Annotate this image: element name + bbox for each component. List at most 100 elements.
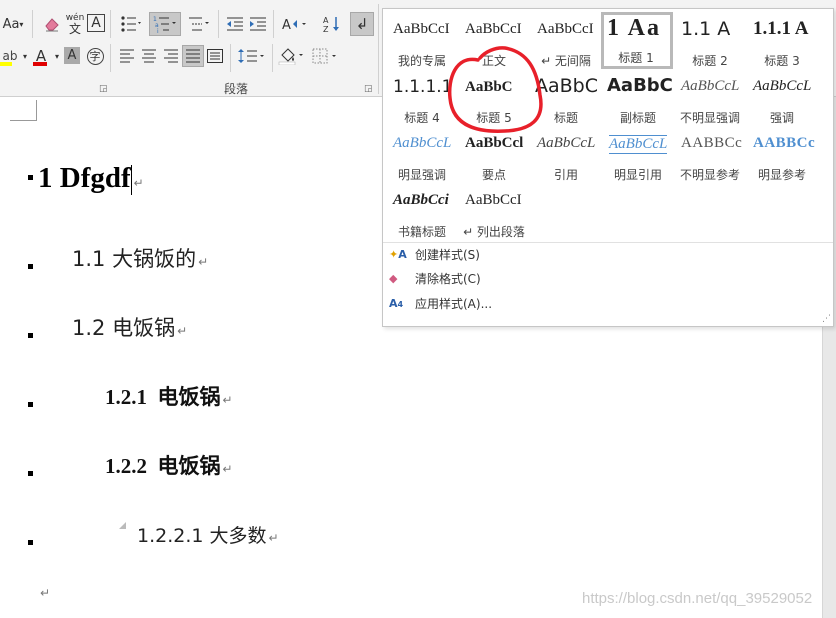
style-tile-intense-emphasis[interactable]: AaBbCcL 明显强调 [387, 129, 457, 184]
clear-formatting-button[interactable] [40, 12, 64, 36]
style-tile-list-paragraph[interactable]: AaBbCcI ↵ 列出段落 [459, 186, 529, 241]
paragraph-group-label: 段落 [224, 82, 249, 96]
style-sample: AaBbC [607, 75, 673, 96]
paragraph-mark: ↵ [133, 176, 144, 190]
borders-button[interactable] [310, 45, 342, 67]
paragraph-mark: ↵ [177, 324, 188, 338]
line-spacing-button[interactable] [236, 45, 268, 67]
highlight-dropdown[interactable]: ▾ [20, 45, 30, 67]
paragraph-dialog-launcher[interactable]: ◲ [364, 84, 373, 94]
svg-text:A: A [323, 16, 329, 25]
heading-marker [28, 471, 33, 476]
font-color-button[interactable]: A [30, 45, 52, 67]
style-sample: AaBbC [465, 79, 513, 95]
heading-3-b[interactable]: 1.2.2 电饭锅 ↵ [105, 450, 233, 480]
decrease-indent-icon [227, 17, 243, 31]
change-case-button[interactable]: Aa ▾ [0, 14, 26, 34]
create-style-icon: ✦A [389, 247, 407, 261]
style-label: 副标题 [619, 111, 656, 125]
sort-button[interactable]: AZ [320, 12, 344, 36]
font-dialog-launcher[interactable]: ◲ [99, 84, 108, 94]
style-label: 正文 [481, 54, 506, 68]
style-tile-heading-2[interactable]: 1.1 A 标题 2 [675, 15, 745, 70]
increase-indent-button[interactable] [247, 12, 269, 36]
decrease-indent-button[interactable] [224, 12, 246, 36]
style-sample: AaBbCcL [537, 135, 596, 151]
ribbon-separator [272, 44, 273, 72]
empty-paragraph-mark: ↵ [40, 586, 51, 600]
align-center-button[interactable] [138, 45, 160, 67]
page-corner-marker [10, 100, 37, 121]
ribbon-separator [230, 44, 231, 72]
style-sample: AaBbCcI [393, 21, 450, 37]
style-tile-emphasis[interactable]: AaBbCcL 强调 [747, 72, 817, 127]
shading-button[interactable] [276, 45, 308, 67]
numbering-button[interactable] [184, 12, 214, 36]
show-marks-button[interactable]: ↲ [350, 12, 374, 36]
paragraph-mark-icon: ↲ [355, 15, 369, 33]
clear-format-menu-item[interactable]: ◆ 清除格式(C) [389, 267, 809, 289]
justify-button[interactable] [182, 45, 204, 67]
enclose-characters-button[interactable]: 字 [84, 45, 106, 67]
style-tile-title[interactable]: AaBbC 标题 [531, 72, 601, 127]
heading-2-a-text: 1.1 大锅饭的 [72, 247, 197, 271]
style-tile-heading-3[interactable]: 1.1.1 A 标题 3 [747, 15, 817, 70]
style-tile-heading-1[interactable]: 1 Aa 标题 1 [601, 12, 673, 69]
font-size-label: Aa [2, 16, 20, 32]
chinese-layout-button[interactable]: A [278, 12, 310, 36]
style-sample: AaBbCcL [393, 135, 452, 151]
collapse-triangle-icon[interactable] [119, 522, 126, 529]
character-border-button[interactable]: A [87, 14, 105, 32]
apply-styles-menu-item[interactable]: A4 应用样式(A)... [389, 292, 809, 314]
style-tile-normal[interactable]: AaBbCcI 正文 [459, 15, 529, 70]
ribbon-separator [110, 44, 111, 72]
style-label: 不明显参考 [679, 168, 740, 182]
heading-1[interactable]: 1 Dfgdf ↵ [38, 162, 144, 196]
align-right-button[interactable] [160, 45, 182, 67]
clear-format-label: 清除格式(C) [415, 271, 481, 286]
bullets-button[interactable] [116, 12, 146, 36]
multilevel-list-button[interactable]: 1ai [149, 12, 181, 36]
style-label: 明显引用 [613, 168, 662, 182]
heading-1-text: 1 Dfgdf [38, 162, 131, 194]
style-sample: AaBbCci [393, 192, 449, 208]
heading-2-b[interactable]: 1.2 电饭锅 ↵ [72, 312, 187, 342]
phonetic-guide-button[interactable]: wén 文 [64, 12, 86, 36]
highlighter-icon: ab [2, 49, 18, 63]
character-shading-button[interactable]: A [64, 47, 80, 64]
style-tile-subtle-emphasis[interactable]: AaBbCcL 不明显强调 [675, 72, 745, 127]
ribbon-separator [218, 10, 219, 38]
style-tile-heading-4[interactable]: 1.1.1.1 标题 4 [387, 72, 457, 127]
highlight-color-button[interactable]: ab [0, 45, 20, 67]
heading-marker [28, 402, 33, 407]
style-tile-subtle-reference[interactable]: AABBCc 不明显参考 [675, 129, 745, 184]
align-left-button[interactable] [116, 45, 138, 67]
style-tile-heading-5[interactable]: AaBbC 标题 5 [459, 72, 529, 127]
create-style-menu-item[interactable]: ✦A 创建样式(S) [389, 243, 809, 265]
style-tile-book-title[interactable]: AaBbCci 书籍标题 [387, 186, 457, 241]
heading-3-b-text: 1.2.2 电饭锅 [105, 454, 221, 478]
style-tile-quote[interactable]: AaBbCcL 引用 [531, 129, 601, 184]
style-tile-subtitle[interactable]: AaBbC 副标题 [603, 72, 673, 127]
highlight-swatch [0, 62, 12, 66]
font-color-dropdown[interactable]: ▾ [52, 45, 62, 67]
phonetic-bottom: 文 [68, 22, 81, 36]
heading-4[interactable]: 1.2.2.1 大多数 ↵ [137, 521, 279, 548]
style-label: 书籍标题 [397, 225, 446, 239]
style-label: 标题 [553, 111, 578, 125]
style-tile-my-custom[interactable]: AaBbCcI 我的专属 [387, 15, 457, 70]
style-tile-intense-reference[interactable]: AABBCc 明显参考 [747, 129, 817, 184]
heading-2-a[interactable]: 1.1 大锅饭的 ↵ [72, 243, 208, 273]
style-tile-strong[interactable]: AaBbCcl 要点 [459, 129, 529, 184]
align-center-icon [142, 49, 156, 63]
style-label: 标题 5 [476, 111, 512, 125]
resize-grip-icon[interactable]: ⋰ [822, 314, 831, 324]
heading-3-a[interactable]: 1.2.1 电饭锅 ↵ [105, 381, 233, 411]
style-sample: AaBbCcL [681, 78, 740, 94]
style-tile-no-spacing[interactable]: AaBbCcI ↵ 无间隔 [531, 15, 601, 70]
style-tile-intense-quote[interactable]: AaBbCcL 明显引用 [603, 129, 673, 184]
distributed-button[interactable] [204, 45, 226, 67]
styles-gallery: AaBbCcI 我的专属 AaBbCcI 正文 AaBbCcI ↵ 无间隔 1 … [382, 8, 834, 327]
heading-marker [28, 175, 33, 180]
char-shade-label: A [67, 48, 77, 63]
